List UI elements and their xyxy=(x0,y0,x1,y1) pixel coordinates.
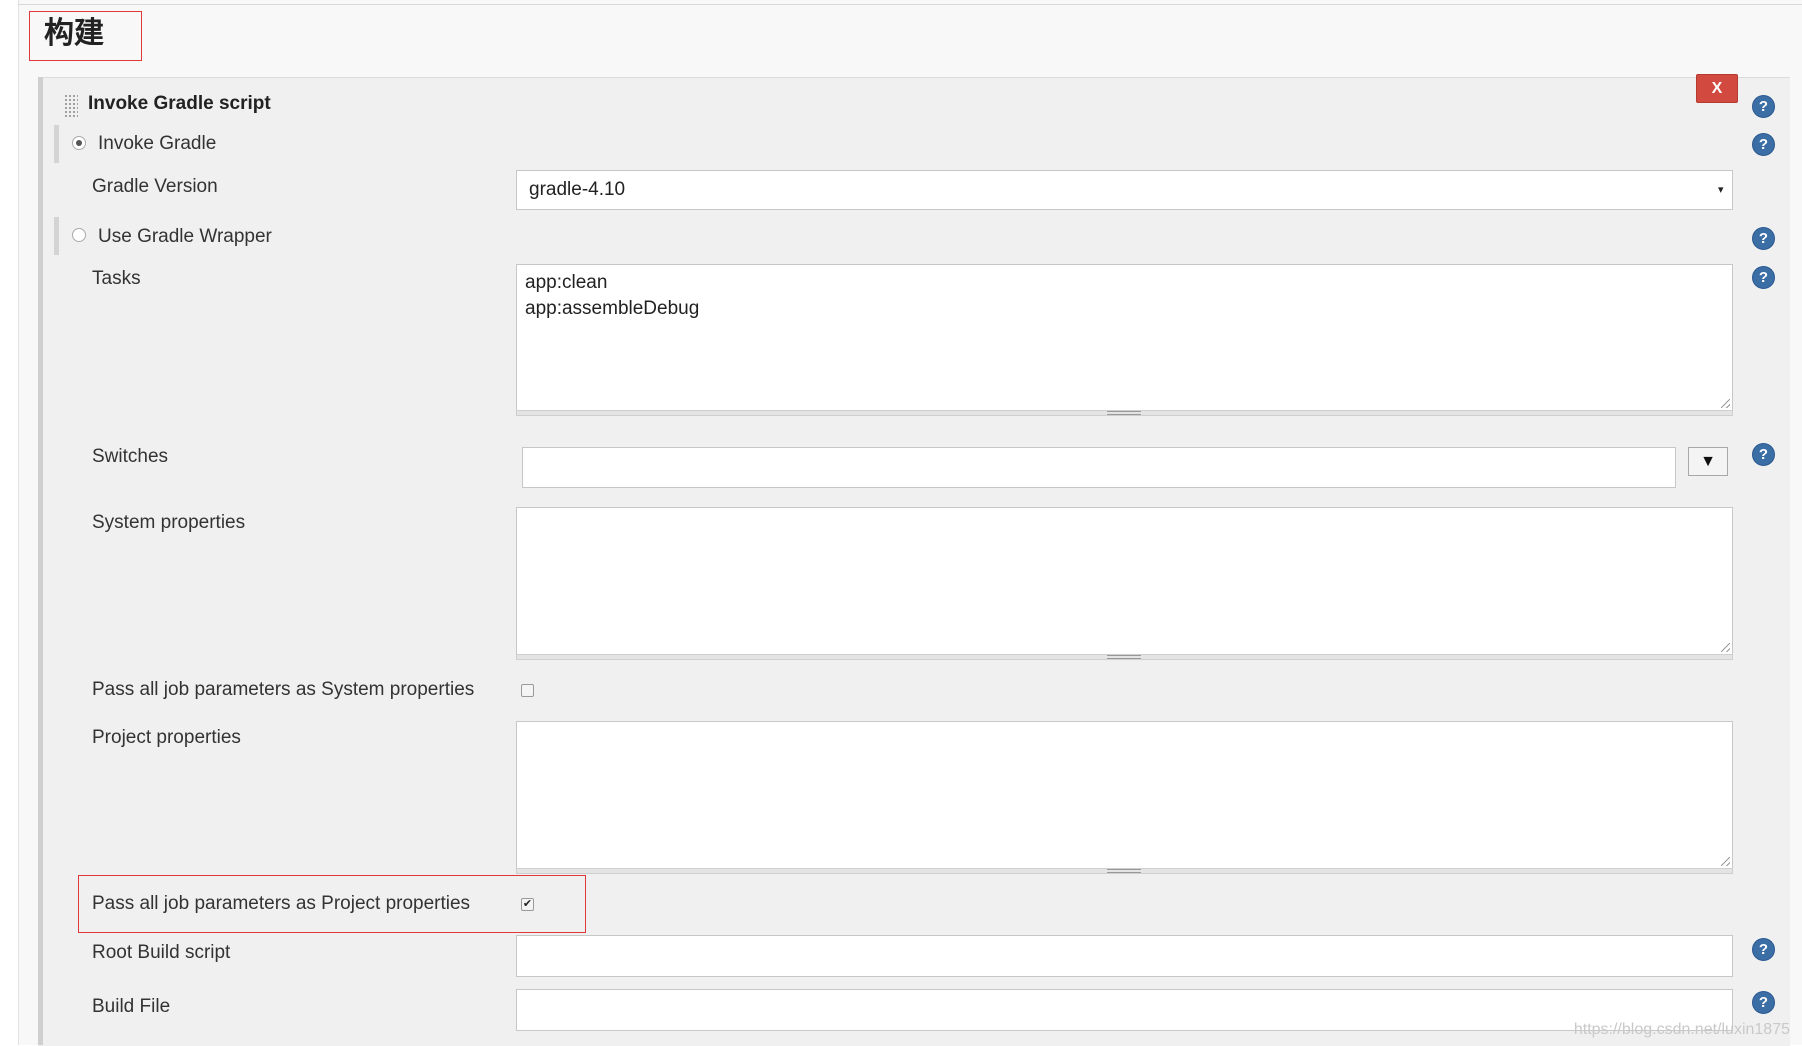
drag-handle-icon[interactable] xyxy=(64,94,78,119)
help-icon[interactable]: ? xyxy=(1752,938,1775,961)
delete-step-button[interactable]: X xyxy=(1696,74,1738,103)
gradle-version-select[interactable] xyxy=(516,170,1733,210)
project-properties-textarea[interactable] xyxy=(516,721,1733,869)
chevron-down-icon: ▾ xyxy=(1718,184,1724,196)
help-icon[interactable]: ? xyxy=(1752,95,1775,118)
pass-project-checkbox[interactable]: ✔ xyxy=(521,898,534,911)
pass-system-checkbox[interactable] xyxy=(521,684,534,697)
project-properties-label: Project properties xyxy=(92,727,241,748)
use-wrapper-radio[interactable] xyxy=(72,228,86,242)
radio-group-bar xyxy=(54,125,59,163)
help-icon[interactable]: ? xyxy=(1752,266,1775,289)
highlight-box-section xyxy=(29,11,142,61)
grip-icon xyxy=(1107,655,1141,659)
step-title: Invoke Gradle script xyxy=(88,93,271,114)
help-icon[interactable]: ? xyxy=(1752,227,1775,250)
pass-system-label: Pass all job parameters as System proper… xyxy=(92,679,475,700)
system-properties-label: System properties xyxy=(92,512,246,533)
help-icon[interactable]: ? xyxy=(1752,443,1775,466)
help-icon[interactable]: ? xyxy=(1752,133,1775,156)
tasks-label: Tasks xyxy=(92,268,141,289)
watermark: https://blog.csdn.net/luxin1875 xyxy=(1573,1021,1790,1038)
gradle-version-value: gradle-4.10 xyxy=(529,179,626,200)
top-divider xyxy=(18,4,1802,5)
switches-input[interactable] xyxy=(522,447,1676,488)
grip-icon xyxy=(1107,869,1141,873)
tasks-text: app:clean app:assembleDebug xyxy=(525,272,700,319)
resize-corner-icon[interactable] xyxy=(1721,399,1730,408)
resize-corner-icon[interactable] xyxy=(1721,643,1730,652)
use-wrapper-label: Use Gradle Wrapper xyxy=(98,226,272,247)
switches-label: Switches xyxy=(92,446,169,467)
root-build-script-input[interactable] xyxy=(516,935,1733,977)
invoke-gradle-radio[interactable] xyxy=(72,136,86,150)
panel-left-bar xyxy=(38,77,43,1045)
switches-expand-button[interactable]: ▼ xyxy=(1688,447,1728,476)
gradle-version-label: Gradle Version xyxy=(92,176,218,197)
grip-icon xyxy=(1107,411,1141,415)
root-build-script-label: Root Build script xyxy=(92,942,231,963)
help-icon[interactable]: ? xyxy=(1752,991,1775,1014)
radio-group-bar xyxy=(54,217,59,255)
system-properties-textarea[interactable] xyxy=(516,507,1733,655)
build-file-label: Build File xyxy=(92,996,171,1017)
invoke-gradle-label: Invoke Gradle xyxy=(98,133,217,154)
build-file-input[interactable] xyxy=(516,989,1733,1031)
pass-project-label: Pass all job parameters as Project prope… xyxy=(92,893,471,914)
resize-corner-icon[interactable] xyxy=(1721,857,1730,866)
